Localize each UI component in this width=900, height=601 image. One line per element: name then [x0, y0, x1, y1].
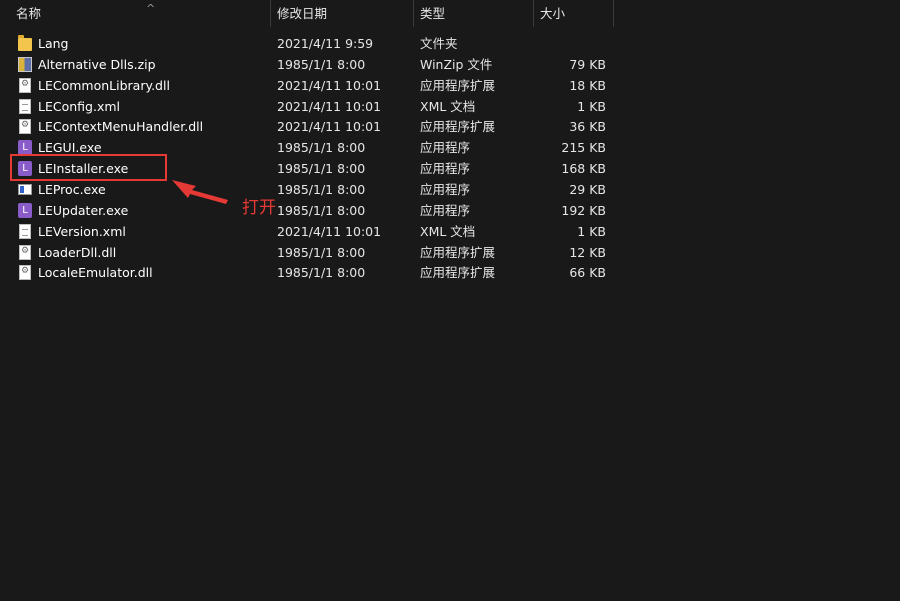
- column-header-bar: 名称 ^ 修改日期 类型 大小: [0, 0, 900, 27]
- file-name: LECommonLibrary.dll: [38, 77, 170, 93]
- file-size: 36 KB: [569, 119, 606, 135]
- file-name: LEUpdater.exe: [38, 202, 129, 218]
- file-modified-date: 1985/1/1 8:00: [277, 140, 366, 156]
- file-type: 应用程序: [420, 161, 471, 177]
- file-name: LEVersion.xml: [38, 223, 126, 239]
- file-row[interactable]: L LEUpdater.exe 1985/1/1 8:00 应用程序 192 KB: [0, 200, 900, 221]
- file-type: XML 文档: [420, 223, 476, 239]
- file-row[interactable]: LECommonLibrary.dll 2021/4/11 10:01 应用程序扩展…: [0, 74, 900, 96]
- file-modified-date: 2021/4/11 9:59: [277, 36, 374, 51]
- file-row[interactable]: Alternative Dlls.zip 1985/1/1 8:00 WinZip …: [0, 54, 900, 75]
- file-type: 文件夹: [420, 36, 458, 51]
- file-size: 66 KB: [569, 265, 606, 281]
- file-row[interactable]: LEProc.exe 1985/1/1 8:00 应用程序 29 KB: [0, 179, 900, 200]
- annotation-highlight-box: [10, 154, 167, 181]
- zip-icon: [18, 56, 32, 72]
- file-size: 79 KB: [569, 56, 606, 72]
- dll-icon: [19, 261, 31, 282]
- file-type: 应用程序扩展: [420, 119, 496, 135]
- file-modified-date: 1985/1/1 8:00: [277, 202, 366, 218]
- file-modified-date: 2021/4/11 10:01: [277, 223, 382, 239]
- file-modified-date: 1985/1/1 8:00: [277, 161, 366, 177]
- file-size: 168 KB: [561, 161, 606, 177]
- file-modified-date: 2021/4/11 10:01: [277, 77, 382, 93]
- xml-icon: [19, 223, 31, 239]
- file-name: LEConfig.xml: [38, 98, 120, 114]
- file-type: 应用程序: [420, 181, 471, 197]
- sort-ascending-icon: ^: [146, 2, 156, 15]
- file-size: 12 KB: [569, 244, 606, 260]
- file-modified-date: 1985/1/1 8:00: [277, 56, 366, 72]
- file-type: 应用程序: [420, 140, 471, 156]
- file-row[interactable]: LoaderDll.dll 1985/1/1 8:00 应用程序扩展 12 KB: [0, 241, 900, 263]
- xml-icon: [19, 98, 31, 114]
- file-row[interactable]: LEContextMenuHandler.dll 2021/4/11 10:01 应…: [0, 115, 900, 137]
- dll-icon: [19, 74, 31, 95]
- file-modified-date: 2021/4/11 10:01: [277, 98, 382, 114]
- file-size: 192 KB: [561, 202, 606, 218]
- file-type: 应用程序扩展: [420, 244, 496, 260]
- file-row[interactable]: Lang 2021/4/11 9:59 文件夹: [0, 33, 900, 54]
- column-header-type[interactable]: 类型: [414, 0, 534, 27]
- file-modified-date: 1985/1/1 8:00: [277, 265, 366, 281]
- file-row[interactable]: LEVersion.xml 2021/4/11 10:01 XML 文档 1 KB: [0, 221, 900, 242]
- file-modified-date: 1985/1/1 8:00: [277, 181, 366, 197]
- file-type: WinZip 文件: [420, 56, 493, 72]
- column-header-name[interactable]: 名称 ^: [10, 0, 271, 27]
- file-type: 应用程序扩展: [420, 265, 496, 281]
- file-name: Alternative Dlls.zip: [38, 56, 156, 72]
- file-type: XML 文档: [420, 98, 476, 114]
- file-size: 1 KB: [577, 98, 606, 114]
- dll-icon: [19, 115, 31, 136]
- annotation-label: 打开: [242, 198, 276, 218]
- folder-icon: [18, 35, 32, 51]
- annotation-arrow-icon: [172, 180, 228, 204]
- file-size: 215 KB: [561, 140, 606, 156]
- file-size: 29 KB: [569, 181, 606, 197]
- le-app-icon: L: [18, 140, 32, 156]
- file-type: 应用程序扩展: [420, 77, 496, 93]
- file-row[interactable]: LocaleEmulator.dll 1985/1/1 8:00 应用程序扩展 66 …: [0, 261, 900, 283]
- file-name: LEContextMenuHandler.dll: [38, 119, 204, 135]
- file-name: LEProc.exe: [38, 181, 106, 197]
- file-size: 1 KB: [577, 223, 606, 239]
- file-name: LocaleEmulator.dll: [38, 265, 153, 281]
- file-size: 18 KB: [569, 77, 606, 93]
- column-header-size[interactable]: 大小: [534, 0, 614, 27]
- file-name: Lang: [38, 36, 69, 51]
- le-app-icon: L: [18, 202, 32, 218]
- file-name: LoaderDll.dll: [38, 244, 117, 260]
- file-modified-date: 1985/1/1 8:00: [277, 244, 366, 260]
- file-type: 应用程序: [420, 202, 471, 218]
- file-modified-date: 2021/4/11 10:01: [277, 119, 382, 135]
- file-row[interactable]: LEConfig.xml 2021/4/11 10:01 XML 文档 1 KB: [0, 96, 900, 117]
- dll-icon: [19, 241, 31, 262]
- app-window-icon: [18, 183, 32, 195]
- column-header-date[interactable]: 修改日期: [271, 0, 414, 27]
